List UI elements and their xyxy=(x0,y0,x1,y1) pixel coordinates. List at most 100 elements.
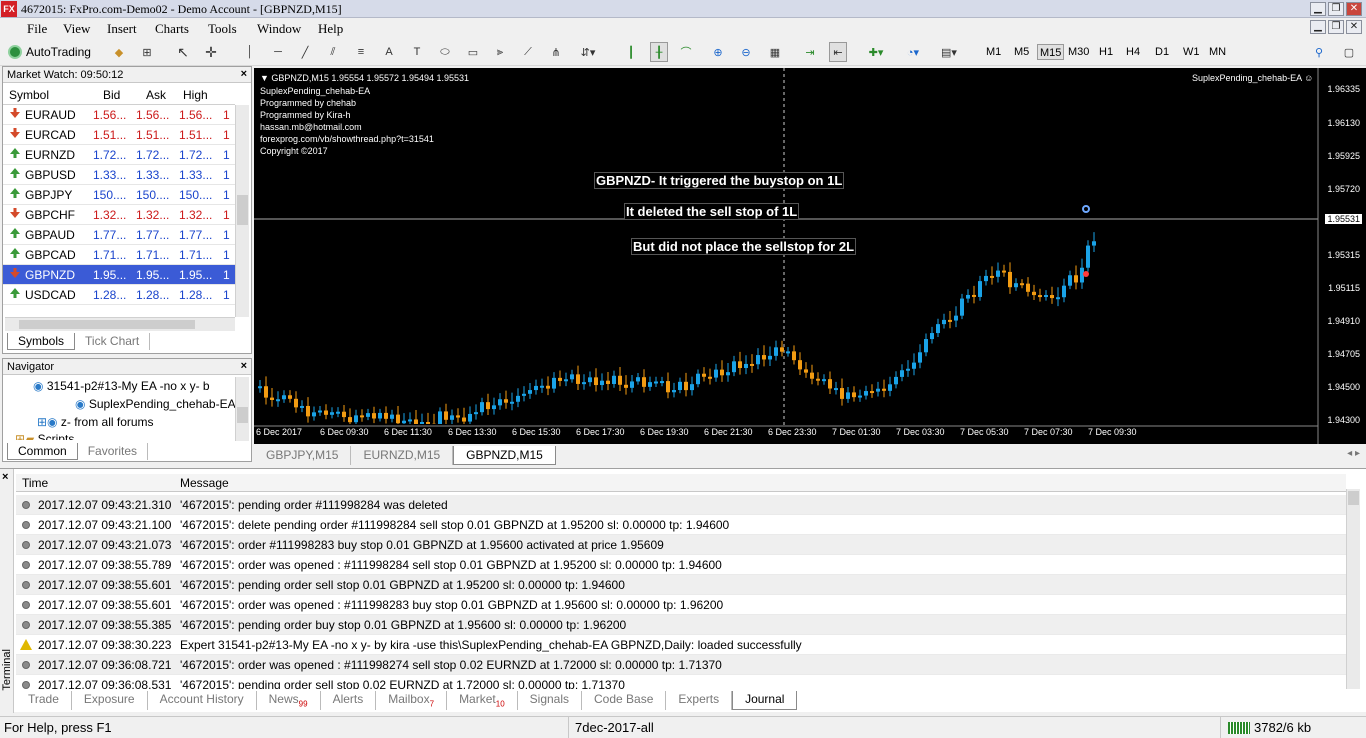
timeframe-mn[interactable]: MN xyxy=(1207,44,1228,60)
indicators-icon[interactable]: ✚▾ xyxy=(864,42,888,62)
timeframe-h4[interactable]: H4 xyxy=(1124,44,1142,60)
market-watch-close-icon[interactable]: × xyxy=(241,68,247,80)
menu-tools[interactable]: Tools xyxy=(208,21,237,37)
gann-icon[interactable]: ⟋ xyxy=(520,42,536,62)
menu-insert[interactable]: Insert xyxy=(107,21,137,37)
line-chart-icon[interactable]: ⌒ xyxy=(678,42,694,62)
timeframe-w1[interactable]: W1 xyxy=(1181,44,1202,60)
journal-row[interactable]: 2017.12.07 09:38:55.601 '4672015': pendin… xyxy=(16,575,1346,595)
market-watch-row[interactable]: GBPCAD 1.71... 1.71... 1.71... 1 xyxy=(3,245,235,265)
price-chart[interactable]: ▼ GBPNZD,M15 1.95554 1.95572 1.95494 1.9… xyxy=(254,68,1366,444)
bar-chart-icon[interactable]: ┃ xyxy=(623,42,639,62)
market-watch-row[interactable]: EURNZD 1.72... 1.72... 1.72... 1 xyxy=(3,145,235,165)
journal-row[interactable]: 2017.12.07 09:43:21.073 '4672015': order … xyxy=(16,535,1346,555)
journal-row[interactable]: 2017.12.07 09:36:08.721 '4672015': order … xyxy=(16,655,1346,675)
annotation-triggered-buystop[interactable]: GBPNZD- It triggered the buystop on 1L xyxy=(594,172,845,189)
chart-shift-icon[interactable]: ⇤ xyxy=(829,42,847,62)
market-watch-row[interactable]: GBPUSD 1.33... 1.33... 1.33... 1 xyxy=(3,165,235,185)
text-icon[interactable]: A xyxy=(381,42,397,62)
menu-help[interactable]: Help xyxy=(318,21,343,37)
vscroll-thumb[interactable] xyxy=(1348,491,1359,505)
journal-row[interactable]: 2017.12.07 09:43:21.310 '4672015': pendin… xyxy=(16,495,1346,515)
market-watch-row[interactable]: GBPNZD 1.95... 1.95... 1.95... 1 xyxy=(3,265,235,285)
timeframe-m5[interactable]: M5 xyxy=(1012,44,1031,60)
minimize-icon[interactable]: ▁ xyxy=(1310,2,1326,16)
fibonacci-icon[interactable]: ≡ xyxy=(353,42,369,62)
shapes-dropdown-icon[interactable]: ⇵▾ xyxy=(575,42,601,62)
zoom-out-icon[interactable]: ⊖ xyxy=(738,42,754,62)
tab-tick-chart[interactable]: Tick Chart xyxy=(75,333,151,350)
tab-market[interactable]: Market10 xyxy=(447,691,518,710)
col-symbol[interactable]: Symbol xyxy=(9,88,49,102)
tab-favorites[interactable]: Favorites xyxy=(78,443,149,460)
ellipse-icon[interactable]: ⬭ xyxy=(437,42,453,62)
crosshair-icon[interactable]: ✛ xyxy=(203,42,219,62)
vertical-line-icon[interactable]: │ xyxy=(242,42,258,62)
cursor-icon[interactable]: ↖ xyxy=(175,42,191,62)
navigator-close-icon[interactable]: × xyxy=(241,360,247,372)
tab-common[interactable]: Common xyxy=(7,443,78,460)
nav-item-suplex-ea[interactable]: ◉ SuplexPending_chehab-EA xyxy=(75,397,236,411)
tab-chart-gbpnzd[interactable]: GBPNZD,M15 xyxy=(453,446,556,465)
tab-news[interactable]: News99 xyxy=(257,691,321,710)
timeframe-d1[interactable]: D1 xyxy=(1153,44,1171,60)
tab-alerts[interactable]: Alerts xyxy=(321,691,377,710)
market-watch-row[interactable]: GBPCHF 1.32... 1.32... 1.32... 1 xyxy=(3,205,235,225)
market-watch-row[interactable]: GBPAUD 1.77... 1.77... 1.77... 1 xyxy=(3,225,235,245)
col-time[interactable]: Time xyxy=(22,476,48,490)
col-bid[interactable]: Bid xyxy=(103,88,120,102)
tab-experts[interactable]: Experts xyxy=(666,691,733,710)
rectangle-icon[interactable]: ▭ xyxy=(465,42,481,62)
autoscroll-icon[interactable]: ⇥ xyxy=(802,42,818,62)
col-high[interactable]: High xyxy=(183,88,208,102)
menu-file[interactable]: File xyxy=(27,21,47,37)
timeframe-m15[interactable]: M15 xyxy=(1037,44,1065,60)
journal-vscroll[interactable] xyxy=(1346,489,1360,689)
buy-order-marker[interactable] xyxy=(1082,205,1090,213)
nav-item-ea-folder[interactable]: ◉ 31541-p2#13-My EA -no x y- b xyxy=(33,379,210,393)
pitchfork-icon[interactable]: ⋔ xyxy=(548,42,564,62)
market-watch-row[interactable]: EURAUD 1.56... 1.56... 1.56... 1 xyxy=(3,105,235,125)
tab-journal[interactable]: Journal xyxy=(732,691,798,710)
search-icon[interactable]: ⚲ xyxy=(1311,42,1327,62)
chat-icon[interactable]: ▢ xyxy=(1341,42,1357,62)
tile-windows-icon[interactable]: ▦ xyxy=(767,42,783,62)
col-message[interactable]: Message xyxy=(180,476,229,490)
timeframe-m30[interactable]: M30 xyxy=(1066,44,1091,60)
tab-chart-gbpjpy[interactable]: GBPJPY,M15 xyxy=(254,446,352,465)
market-watch-row[interactable]: EURCAD 1.51... 1.51... 1.51... 1 xyxy=(3,125,235,145)
market-watch-row[interactable]: USDCAD 1.28... 1.28... 1.28... 1 xyxy=(3,285,235,305)
autotrading-button[interactable]: AutoTrading xyxy=(8,42,104,62)
candlestick-icon[interactable]: ╂ xyxy=(650,42,668,62)
timeframe-h1[interactable]: H1 xyxy=(1097,44,1115,60)
journal-row[interactable]: 2017.12.07 09:38:55.601 '4672015': order … xyxy=(16,595,1346,615)
tab-account-history[interactable]: Account History xyxy=(148,691,257,710)
timeframe-m1[interactable]: M1 xyxy=(984,44,1003,60)
menu-window[interactable]: Window xyxy=(257,21,301,37)
journal-row[interactable]: 2017.12.07 09:38:55.789 '4672015': order … xyxy=(16,555,1346,575)
trendline-icon[interactable]: ╱ xyxy=(297,42,313,62)
terminal-close-icon[interactable]: × xyxy=(2,471,8,483)
market-watch-row[interactable]: GBPJPY 150.... 150.... 150.... 1 xyxy=(3,185,235,205)
tab-trade[interactable]: Trade xyxy=(16,691,72,710)
col-ask[interactable]: Ask xyxy=(146,88,166,102)
tab-signals[interactable]: Signals xyxy=(518,691,583,710)
text-label-icon[interactable]: T xyxy=(409,42,425,62)
periods-icon[interactable]: ◔▾ xyxy=(900,42,926,62)
menu-view[interactable]: View xyxy=(63,21,90,37)
tab-chart-eurnzd[interactable]: EURNZD,M15 xyxy=(351,446,454,465)
nav-item-scripts[interactable]: ⊞▰ Scripts xyxy=(15,432,74,440)
tab-scroll-arrows-icon[interactable]: ◂ ▸ xyxy=(1347,448,1360,459)
menu-charts[interactable]: Charts xyxy=(155,21,189,37)
strategy-tester-icon[interactable]: ⊞ xyxy=(138,42,156,62)
journal-row[interactable]: 2017.12.07 09:38:30.223 Expert 31541-p2#1… xyxy=(16,635,1346,655)
tab-symbols[interactable]: Symbols xyxy=(7,333,76,350)
tab-mailbox[interactable]: Mailbox7 xyxy=(376,691,448,710)
hscroll-thumb[interactable] xyxy=(19,320,195,329)
templates-icon[interactable]: ▤▾ xyxy=(936,42,962,62)
tab-exposure[interactable]: Exposure xyxy=(72,691,148,710)
journal-row[interactable]: 2017.12.07 09:36:08.531 '4672015': pendin… xyxy=(16,675,1346,689)
connection-bars-icon[interactable] xyxy=(1228,722,1250,734)
navigator-vscroll[interactable] xyxy=(235,377,249,441)
horizontal-line-icon[interactable]: ─ xyxy=(270,42,286,62)
